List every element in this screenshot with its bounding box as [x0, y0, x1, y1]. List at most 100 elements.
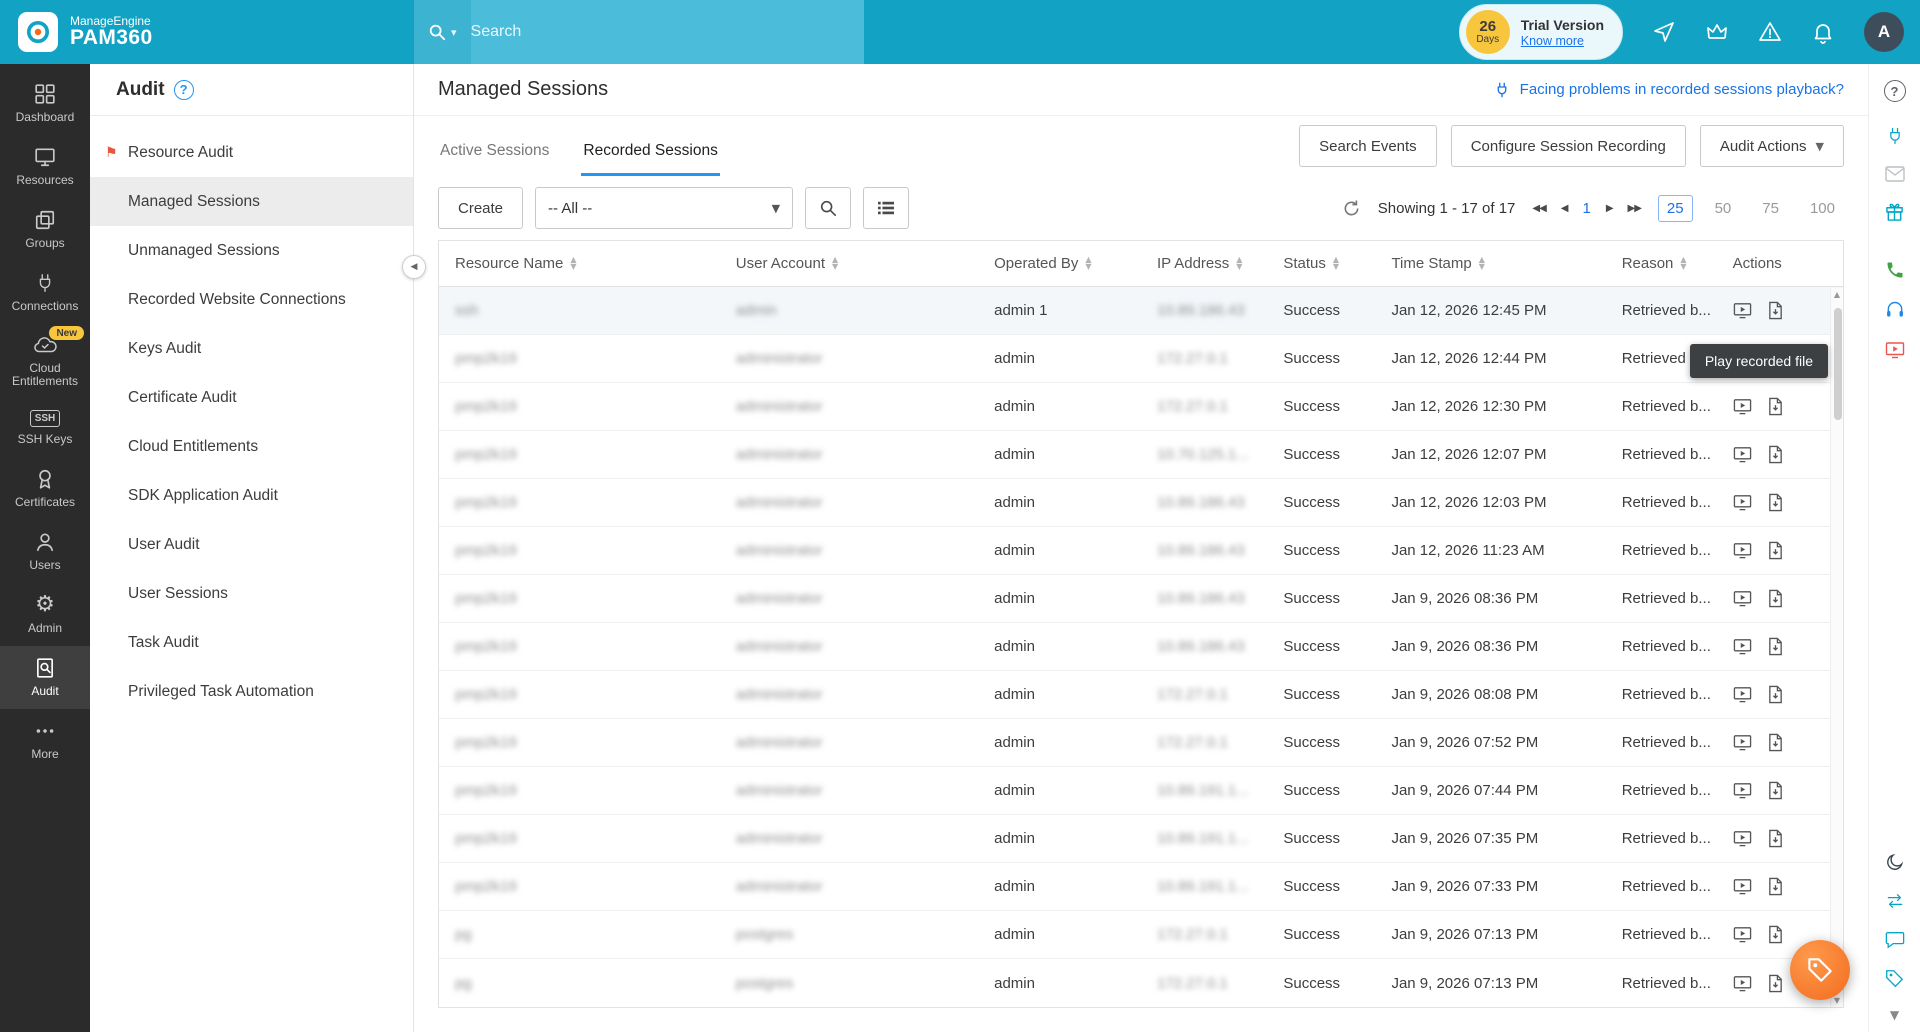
table-row[interactable]: pmp2k19 administrator admin 172.27.0.1 S…: [439, 719, 1843, 767]
dark-mode-moon-icon[interactable]: [1885, 852, 1905, 872]
next-page-button[interactable]: ▶: [1606, 203, 1614, 214]
download-recorded-file-icon[interactable]: [1767, 733, 1784, 752]
play-recorded-file-icon[interactable]: [1733, 493, 1752, 512]
search-scope-selector[interactable]: ▾: [414, 0, 471, 64]
scrollbar-thumb[interactable]: [1833, 308, 1842, 420]
rail-item-more[interactable]: More: [0, 709, 90, 772]
column-chooser-button[interactable]: [863, 187, 910, 229]
sort-icon[interactable]: ▲ ▼: [1085, 256, 1091, 270]
sidebar-item[interactable]: ⚑ Unmanaged Sessions: [90, 226, 413, 275]
play-recorded-file-icon[interactable]: [1733, 877, 1752, 896]
sort-icon[interactable]: ▲ ▼: [1680, 256, 1686, 270]
sidebar-item[interactable]: ⚑ Task Audit: [90, 618, 413, 667]
play-recorded-file-icon[interactable]: [1733, 974, 1752, 993]
play-recorded-file-icon[interactable]: [1733, 925, 1752, 944]
table-row[interactable]: pmp2k19 administrator admin 10.89.186.43…: [439, 479, 1843, 527]
table-row[interactable]: pmp2k19 administrator admin 10.89.191.1.…: [439, 863, 1843, 911]
tab[interactable]: Active Sessions: [438, 142, 551, 176]
download-recorded-file-icon[interactable]: [1767, 541, 1784, 560]
download-recorded-file-icon[interactable]: [1767, 781, 1784, 800]
sidebar-item[interactable]: ⚑ SDK Application Audit: [90, 471, 413, 520]
first-page-button[interactable]: ◀◀: [1532, 203, 1546, 214]
prev-page-button[interactable]: ◀: [1561, 203, 1569, 214]
rail-item-dashboard[interactable]: Dashboard: [0, 72, 90, 135]
download-recorded-file-icon[interactable]: [1767, 397, 1784, 416]
table-row[interactable]: pmp2k19 administrator admin 172.27.0.1 S…: [439, 671, 1843, 719]
table-row[interactable]: pmp2k19 administrator admin 172.27.0.1 S…: [439, 335, 1843, 383]
download-recorded-file-icon[interactable]: [1767, 445, 1784, 464]
refresh-icon[interactable]: [1342, 199, 1361, 218]
brand[interactable]: ManageEngine PAM360: [0, 12, 414, 52]
help-question-icon[interactable]: ?: [173, 79, 194, 100]
table-row[interactable]: pg postgres admin 172.27.0.1 Success Jan…: [439, 911, 1843, 959]
help-icon[interactable]: ?: [1883, 80, 1906, 102]
send-feedback-icon[interactable]: [1652, 20, 1676, 44]
sidebar-item[interactable]: ⚑ User Audit: [90, 520, 413, 569]
rail-item-ssh-keys[interactable]: SSH SSH Keys: [0, 399, 90, 457]
gift-whats-new-icon[interactable]: [1885, 202, 1904, 222]
phone-support-icon[interactable]: [1885, 260, 1905, 280]
scroll-up-icon[interactable]: ▲: [1834, 290, 1840, 299]
playback-help-link[interactable]: Facing problems in recorded sessions pla…: [1493, 81, 1844, 99]
screen-recording-icon[interactable]: [1885, 340, 1905, 360]
table-row[interactable]: pg postgres admin 172.27.0.1 Success Jan…: [439, 959, 1843, 1007]
search-events-button[interactable]: Search Events: [1299, 125, 1437, 167]
sort-icon[interactable]: ▲ ▼: [1333, 256, 1339, 270]
download-recorded-file-icon[interactable]: [1767, 925, 1784, 944]
rail-item-groups[interactable]: Groups: [0, 198, 90, 261]
tag-icon[interactable]: [1885, 969, 1904, 988]
column-header[interactable]: Reason ▲ ▼: [1606, 255, 1717, 272]
filter-select[interactable]: -- All -- ▼: [535, 187, 794, 229]
download-recorded-file-icon[interactable]: [1767, 877, 1784, 896]
table-row[interactable]: pmp2k19 administrator admin 10.89.186.43…: [439, 527, 1843, 575]
table-row[interactable]: pmp2k19 administrator admin 10.89.191.1.…: [439, 815, 1843, 863]
sidebar-item[interactable]: ⚑ User Sessions: [90, 569, 413, 618]
configure-session-recording-button[interactable]: Configure Session Recording: [1450, 125, 1686, 167]
sidebar-item[interactable]: ⚑ Managed Sessions: [90, 177, 413, 226]
alerts-warning-icon[interactable]: [1758, 20, 1782, 44]
download-recorded-file-icon[interactable]: [1767, 493, 1784, 512]
sidebar-item[interactable]: ⚑ Resource Audit: [90, 128, 413, 177]
play-recorded-file-icon[interactable]: [1733, 685, 1752, 704]
download-recorded-file-icon[interactable]: [1767, 974, 1784, 993]
page-size-option[interactable]: 75: [1753, 195, 1788, 222]
page-size-option[interactable]: 25: [1657, 194, 1693, 222]
table-row[interactable]: pmp2k19 administrator admin 10.70.125.1.…: [439, 431, 1843, 479]
column-header[interactable]: Actions ▲▼: [1717, 255, 1843, 272]
sidebar-item[interactable]: ⚑ Keys Audit: [90, 324, 413, 373]
rail-item-audit[interactable]: Audit: [0, 646, 90, 709]
user-avatar[interactable]: A: [1864, 12, 1904, 52]
play-recorded-file-icon[interactable]: [1733, 445, 1752, 464]
global-search[interactable]: ▾: [414, 0, 864, 64]
know-more-link[interactable]: Know more: [1521, 34, 1604, 48]
headset-support-icon[interactable]: [1885, 300, 1905, 320]
play-recorded-file-icon[interactable]: [1733, 541, 1752, 560]
download-recorded-file-icon[interactable]: [1767, 685, 1784, 704]
tab[interactable]: Recorded Sessions: [581, 142, 720, 176]
table-row[interactable]: pmp2k19 administrator admin 10.89.191.1.…: [439, 767, 1843, 815]
sidebar-item[interactable]: ⚑ Recorded Website Connections: [90, 275, 413, 324]
rail-item-admin[interactable]: ⚙ Admin: [0, 583, 90, 646]
chat-icon[interactable]: [1885, 930, 1905, 949]
column-header[interactable]: Operated By ▲ ▼: [978, 255, 1141, 272]
audit-actions-dropdown[interactable]: Audit Actions ▼: [1699, 125, 1844, 167]
sidebar-item[interactable]: ⚑ Privileged Task Automation: [90, 667, 413, 716]
table-row[interactable]: pmp2k19 administrator admin 10.89.186.43…: [439, 575, 1843, 623]
collapse-sidebar-button[interactable]: ◀: [402, 255, 426, 279]
play-recorded-file-icon[interactable]: [1733, 589, 1752, 608]
download-recorded-file-icon[interactable]: [1767, 637, 1784, 656]
mail-icon[interactable]: [1884, 166, 1905, 182]
quick-access-fab[interactable]: [1790, 940, 1850, 1000]
play-recorded-file-icon[interactable]: [1733, 637, 1752, 656]
column-header[interactable]: Resource Name ▲ ▼: [439, 255, 720, 272]
trial-version-badge[interactable]: 26 Days Trial Version Know more: [1458, 4, 1623, 60]
notifications-bell-icon[interactable]: [1811, 20, 1835, 44]
page-size-option[interactable]: 50: [1706, 195, 1741, 222]
last-page-button[interactable]: ▶▶: [1628, 203, 1642, 214]
search-input[interactable]: [470, 23, 864, 41]
rewards-crown-icon[interactable]: [1705, 20, 1729, 44]
switch-arrows-icon[interactable]: [1885, 892, 1905, 910]
play-recorded-file-icon[interactable]: [1733, 733, 1752, 752]
current-page[interactable]: 1: [1582, 200, 1590, 217]
play-recorded-file-icon[interactable]: [1733, 397, 1752, 416]
